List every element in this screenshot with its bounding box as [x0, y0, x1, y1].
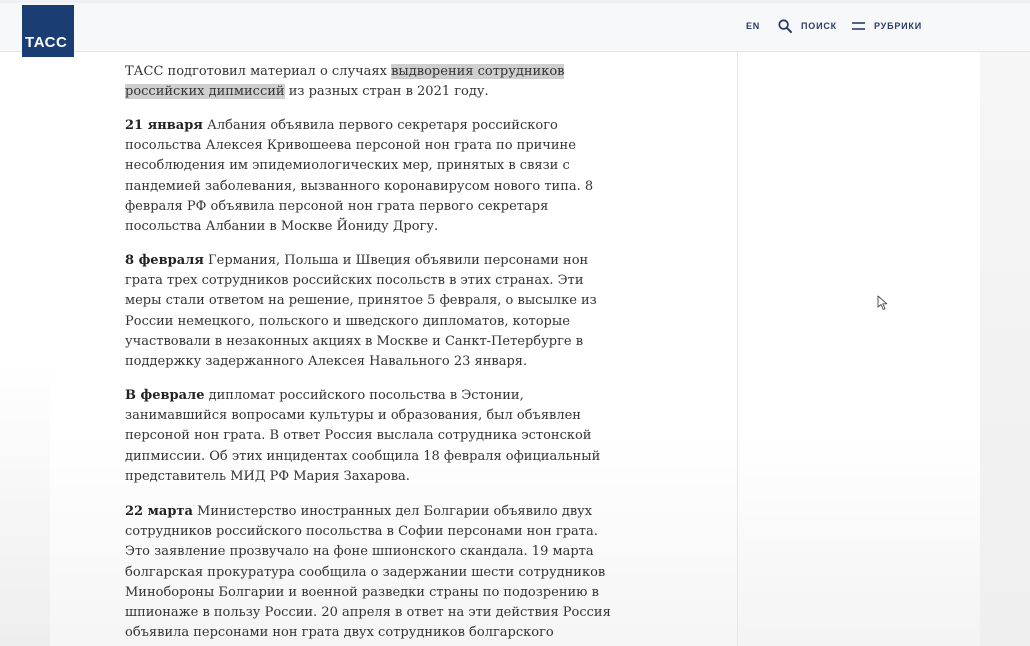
site-header: EN ПОИСК РУБРИКИ	[0, 0, 1030, 52]
search-button[interactable]: ПОИСК	[778, 0, 837, 52]
paragraph-text: Германия, Польша и Швеция объявили персо…	[125, 253, 597, 370]
language-label: EN	[746, 21, 761, 31]
menu-icon	[852, 22, 865, 30]
paragraph-text: Министерство иностранных дел Болгарии об…	[125, 504, 611, 646]
logo-text: ТАСС	[25, 34, 68, 51]
rubrics-menu-button[interactable]: РУБРИКИ	[852, 0, 922, 52]
article-paragraph: В феврале дипломат российского посольств…	[125, 386, 620, 487]
language-switch-en[interactable]: EN	[746, 0, 760, 52]
article-paragraph: 21 января Албания объявила первого секре…	[125, 116, 620, 237]
page-margin	[980, 52, 1030, 646]
paragraph-date: В феврале	[125, 388, 205, 403]
paragraph-date: 22 марта	[125, 504, 193, 519]
intro-text-start: ТАСС подготовил материал о случаях	[125, 64, 392, 79]
intro-text-end: из разных стран в 2021 году.	[284, 84, 489, 100]
paragraph-text: Албания объявила первого секретаря росси…	[125, 118, 594, 235]
mouse-cursor-icon	[877, 295, 888, 310]
article-paragraph: 22 марта Министерство иностранных дел Бо…	[125, 502, 620, 646]
paragraph-date: 8 февраля	[125, 253, 204, 268]
tass-logo[interactable]: ТАСС	[22, 5, 74, 57]
sidebar-column	[737, 52, 981, 646]
search-label: ПОИСК	[801, 21, 837, 31]
paragraph-date: 21 января	[125, 118, 203, 133]
search-icon	[778, 19, 792, 33]
article-intro: ТАСС подготовил материал о случаях выдво…	[125, 62, 620, 102]
article-paragraph: 8 февраля Германия, Польша и Швеция объя…	[125, 251, 620, 372]
rubrics-label: РУБРИКИ	[874, 21, 922, 31]
